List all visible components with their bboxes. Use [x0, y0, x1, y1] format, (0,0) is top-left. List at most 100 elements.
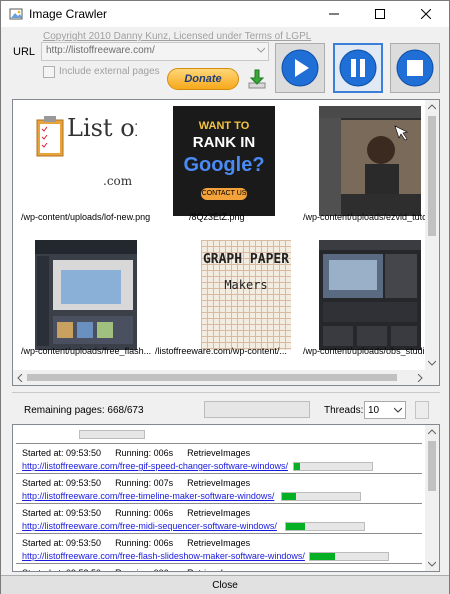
download-icon[interactable] [245, 67, 269, 91]
task-url-link[interactable]: http://listoffreeware.com/free-timeline-… [22, 491, 274, 501]
task-started: Started at: 09:53:50 [22, 538, 102, 548]
task-row: Started at: 09:53:50 Running: 006s Retriev… [16, 503, 422, 533]
obs-screenshot-image [319, 240, 421, 350]
graph-paper-image: GRAPH PAPER Makers [201, 240, 291, 350]
include-external-label: Include external pages [59, 66, 160, 77]
image-tile[interactable]: GRAPH PAPER Makers /listoffreeware.com/w… [153, 234, 293, 368]
task-row: Started at: 09:53:50 Running: 006s Retriev… [16, 443, 422, 473]
task-progress-bar [79, 430, 145, 439]
task-row: Started at: 09:53:50 Running: 007s Retriev… [16, 473, 422, 503]
task-info: Started at: 09:53:50 Running: 007s Retriev… [22, 478, 264, 488]
task-scroll-thumb[interactable] [428, 441, 436, 491]
scroll-up-icon [428, 429, 436, 435]
gallery-hscroll-thumb[interactable] [27, 374, 397, 381]
image-tile[interactable]: WANT TO RANK IN Google? CONTACT US /8Qz3… [153, 100, 293, 234]
threads-value: 10 [368, 405, 380, 416]
scroll-down-icon [428, 360, 436, 366]
image-caption: /wp-content/uploads/free_flash... [21, 346, 152, 356]
url-value: http://listoffreeware.com/ [46, 45, 155, 56]
scroll-right-icon [417, 374, 423, 382]
scroll-up-icon [428, 104, 436, 110]
task-started: Started at: 09:53:50 [22, 508, 102, 518]
image-gallery: List of Freeware .com /wp-content/upload… [12, 99, 440, 386]
scroll-left-icon [17, 374, 23, 382]
close-button-label: Close [212, 579, 238, 591]
minimize-button[interactable] [311, 1, 357, 27]
window-title: Image Crawler [29, 7, 108, 21]
gallery-horizontal-scrollbar[interactable] [13, 370, 427, 385]
thumb-title: GRAPH PAPER [202, 252, 290, 267]
maximize-icon [375, 9, 385, 19]
webcam-screenshot-icon [319, 106, 421, 216]
obs-screenshot-icon [319, 240, 421, 346]
maximize-button[interactable] [357, 1, 403, 27]
threads-label: Threads: [324, 405, 364, 416]
thumb-line-1: WANT TO [198, 120, 250, 132]
close-icon [421, 9, 431, 19]
app-icon [9, 8, 23, 20]
task-progress-fill [286, 523, 305, 530]
task-running: Running: 006s [115, 508, 174, 518]
task-running: Running: 006s [115, 448, 174, 458]
task-started: Started at: 09:53:50 [22, 448, 102, 458]
image-caption: /wp-content/uploads/ezvid_tutor [303, 212, 431, 222]
task-row: Started at: 09:53:50 Running: 006s Retriev… [16, 563, 422, 571]
task-url-link[interactable]: http://listoffreeware.com/free-flash-sli… [22, 551, 305, 561]
include-external-checkbox[interactable] [43, 66, 55, 78]
task-list-scrollbar[interactable] [425, 425, 439, 571]
thumb-line-4: CONTACT US [201, 188, 247, 200]
task-progress-bar [281, 492, 361, 501]
pause-icon [339, 49, 377, 87]
pause-button[interactable] [333, 43, 383, 93]
image-tile[interactable]: List of Freeware .com /wp-content/upload… [13, 100, 153, 234]
task-running: Running: 006s [115, 538, 174, 548]
start-button[interactable] [275, 43, 325, 93]
image-caption: /listoffreeware.com/wp-content/... [155, 346, 287, 356]
stop-button[interactable] [390, 43, 440, 93]
task-info: Started at: 09:53:50 Running: 006s Retriev… [22, 538, 264, 548]
thumb-line-3: Google? [183, 154, 265, 176]
copyright-link[interactable]: Copyright 2010 Danny Kunz, Licensed unde… [43, 31, 311, 42]
task-url-link[interactable]: http://listoffreeware.com/free-midi-sequ… [22, 521, 277, 531]
task-action: RetrieveImages [187, 568, 250, 571]
main-window: Image Crawler Copyright 2010 Danny Kunz,… [0, 0, 450, 594]
task-progress-bar [285, 522, 365, 531]
task-action: RetrieveImages [187, 538, 251, 548]
task-info: Started at: 09:53:50 Running: 006s Retriev… [22, 448, 264, 458]
task-action: RetrieveImages [187, 508, 251, 518]
flash-app-icon [35, 240, 137, 346]
url-label: URL [13, 46, 36, 58]
task-running: Running: 007s [115, 478, 174, 488]
donate-button[interactable]: Donate [167, 68, 239, 90]
webcam-screenshot-image [319, 106, 421, 216]
task-action: RetrieveImages [187, 478, 251, 488]
image-tile[interactable]: /wp-content/uploads/free_flash... [13, 234, 153, 368]
close-window-button[interactable] [403, 1, 449, 27]
threads-select[interactable]: 10 [364, 401, 406, 419]
task-started: Started at: 09:53:50 [22, 568, 101, 571]
thumb-title: List of Freeware [67, 114, 137, 142]
threads-spin-box[interactable] [415, 401, 429, 419]
lof-logo-image: List of Freeware .com [35, 106, 137, 216]
task-action: RetrieveImages [187, 448, 251, 458]
minimize-icon [329, 13, 339, 15]
task-list: Started at: 09:53:50 Running: 006s Retriev… [12, 424, 440, 572]
image-tile[interactable]: /wp-content/uploads/ezvid_tutor [297, 100, 437, 234]
stop-icon [396, 49, 434, 87]
chevron-down-icon [257, 47, 265, 53]
gallery-vertical-scrollbar[interactable] [425, 100, 439, 370]
task-url-link[interactable]: http://listoffreeware.com/free-gif-speed… [22, 461, 288, 471]
gallery-vscroll-thumb[interactable] [428, 116, 436, 236]
task-info: Started at: 09:53:50 Running: 006s Retriev… [22, 508, 264, 518]
overall-progress-bar [204, 401, 310, 418]
image-caption: /wp-content/uploads/obs_studio [303, 346, 430, 356]
image-tile[interactable]: /wp-content/uploads/obs_studio [297, 234, 437, 368]
chevron-down-icon [394, 407, 402, 413]
close-button[interactable]: Close [1, 575, 449, 594]
url-combobox[interactable]: http://listoffreeware.com/ [41, 42, 269, 61]
scroll-corner [425, 370, 439, 385]
task-progress-bar [309, 552, 389, 561]
thumb-subtitle: Makers [224, 278, 268, 292]
task-started: Started at: 09:53:50 [22, 478, 102, 488]
image-caption: /wp-content/uploads/lof-new.png [21, 212, 151, 222]
